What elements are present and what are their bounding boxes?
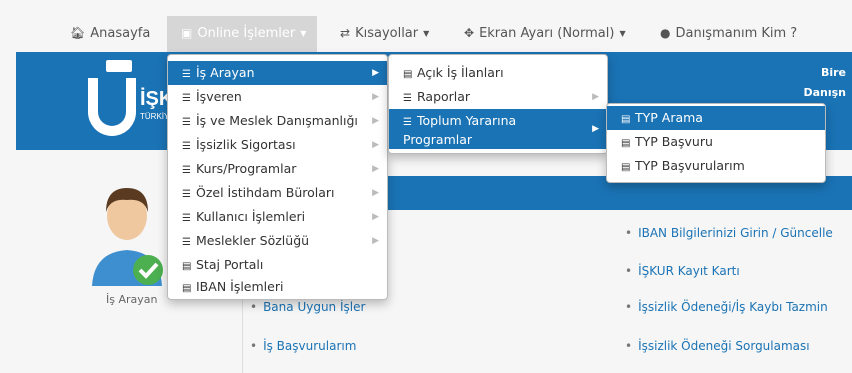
caret-down-icon: ▼ <box>423 28 430 38</box>
chevron-right-icon: ▶ <box>372 212 379 222</box>
avatar <box>88 178 166 290</box>
iskur-logo-mark <box>88 78 136 136</box>
chevron-right-icon: ▶ <box>592 124 599 134</box>
link-issizlik-odenegi-tazmin[interactable]: • İşsizlik Ödeneği/İş Kaybı Tazmin <box>625 300 828 314</box>
menu-item-toplum-yararina-programlar[interactable]: ☰ Toplum Yararına Programlar ▶ <box>389 109 607 149</box>
list-icon: ☰ <box>403 93 412 104</box>
link-bana-uygun-isler[interactable]: • Bana Uygun İşler <box>250 300 365 314</box>
chevron-right-icon: ▶ <box>372 116 379 126</box>
menu-item-typ-basvuru[interactable]: ▤ TYP Başvuru <box>607 130 825 154</box>
avatar-label: İş Arayan <box>106 293 158 306</box>
link-is-basvurularim[interactable]: • İş Başvurularım <box>250 339 356 353</box>
banner-right-text-2: Danışn <box>803 86 846 99</box>
window-icon: ▤ <box>182 283 192 294</box>
nav-ekran-ayari[interactable]: ✥ Ekran Ayarı (Normal) ▼ <box>464 16 626 52</box>
chevron-right-icon: ▶ <box>372 188 379 198</box>
menu-item-issizlik-sigortasi[interactable]: ☰ İşsizlik Sigortası ▶ <box>168 133 387 157</box>
menu-item-ozel-istihdam-burolari[interactable]: ☰ Özel İstihdam Büroları ▶ <box>168 181 387 205</box>
chevron-right-icon: ▶ <box>372 92 379 102</box>
window-icon: ▤ <box>621 138 631 149</box>
menu-item-raporlar[interactable]: ☰ Raporlar ▶ <box>389 85 607 109</box>
menu-item-is-arayan[interactable]: ☰ İş Arayan ▶ <box>168 61 387 85</box>
menu-item-meslekler-sozlugu[interactable]: ☰ Meslekler Sözlüğü ▶ <box>168 229 387 253</box>
home-icon: 🏠︎ <box>70 26 86 40</box>
menu-item-acik-is-ilanlari[interactable]: ▤ Açık İş İlanları <box>389 61 607 85</box>
user-icon: ● <box>660 26 671 40</box>
menu-item-isveren[interactable]: ☰ İşveren ▶ <box>168 85 387 109</box>
menu-item-typ-arama[interactable]: ▤ TYP Arama <box>607 106 825 130</box>
menu-item-staj-portali[interactable]: ▤ Staj Portalı <box>168 253 387 277</box>
window-icon: ▤ <box>621 162 631 173</box>
top-navbar: 🏠︎ Anasayfa ▣ Online İşlemler ▼ ⇄ Kısayollar… <box>0 0 852 52</box>
list-icon: ☰ <box>182 237 191 248</box>
menu-item-kullanici-islemleri[interactable]: ☰ Kullanıcı İşlemleri ▶ <box>168 205 387 229</box>
list-icon: ☰ <box>403 117 412 128</box>
list-icon: ☰ <box>182 189 191 200</box>
list-icon: ☰ <box>182 93 191 104</box>
caret-down-icon: ▼ <box>300 28 307 38</box>
banner-right-text-1: Bire <box>820 66 846 79</box>
caret-down-icon: ▼ <box>619 28 626 38</box>
nav-home[interactable]: 🏠︎ Anasayfa <box>70 16 150 52</box>
window-icon: ▤ <box>621 114 631 125</box>
list-icon: ☰ <box>182 69 191 80</box>
is-arayan-submenu: ▤ Açık İş İlanları ☰ Raporlar ▶ ☰ Toplum Yar… <box>388 54 608 154</box>
nav-danismanim[interactable]: ● Danışmanım Kim ? <box>660 16 797 52</box>
list-icon: ☰ <box>182 117 191 128</box>
nav-online-islemler[interactable]: ▣ Online İşlemler ▼ <box>167 16 317 52</box>
menu-item-is-ve-meslek-danismanligi[interactable]: ☰ İş ve Meslek Danışmanlığı ▶ <box>168 109 387 133</box>
typ-submenu: ▤ TYP Arama ▤ TYP Başvuru ▤ TYP Başvuruları… <box>606 103 826 183</box>
link-iban-bilgileri[interactable]: • IBAN Bilgilerinizi Girin / Güncelle <box>625 226 833 240</box>
window-icon: ▤ <box>403 69 413 80</box>
list-icon: ☰ <box>182 213 191 224</box>
link-issizlik-odenegi-sorgulama[interactable]: • İşsizlik Ödeneği Sorgulaması <box>625 339 810 353</box>
chevron-right-icon: ▶ <box>372 164 379 174</box>
list-icon: ☰ <box>182 165 191 176</box>
menu-item-iban-islemleri[interactable]: ▤ IBAN İşlemleri <box>168 275 387 299</box>
menu-item-typ-basvurularim[interactable]: ▤ TYP Başvurularım <box>607 154 825 178</box>
online-islemler-dropdown: ☰ İş Arayan ▶ ☰ İşveren ▶ ☰ İş ve Meslek Danı… <box>167 54 388 300</box>
chevron-right-icon: ▶ <box>372 68 379 78</box>
list-icon: ☰ <box>182 141 191 152</box>
menu-item-kurs-programlar[interactable]: ☰ Kurs/Programlar ▶ <box>168 157 387 181</box>
chevron-right-icon: ▶ <box>372 236 379 246</box>
nav-kisayollar[interactable]: ⇄ Kısayollar ▼ <box>340 16 429 52</box>
desktop-icon: ▣ <box>181 26 193 40</box>
shuffle-icon: ⇄ <box>340 26 351 40</box>
chevron-right-icon: ▶ <box>372 140 379 150</box>
chevron-right-icon: ▶ <box>592 92 599 102</box>
link-iskur-kayit-karti[interactable]: • İŞKUR Kayıt Kartı <box>625 264 740 278</box>
expand-icon: ✥ <box>464 26 475 40</box>
iskur-logo-dot <box>106 60 132 72</box>
